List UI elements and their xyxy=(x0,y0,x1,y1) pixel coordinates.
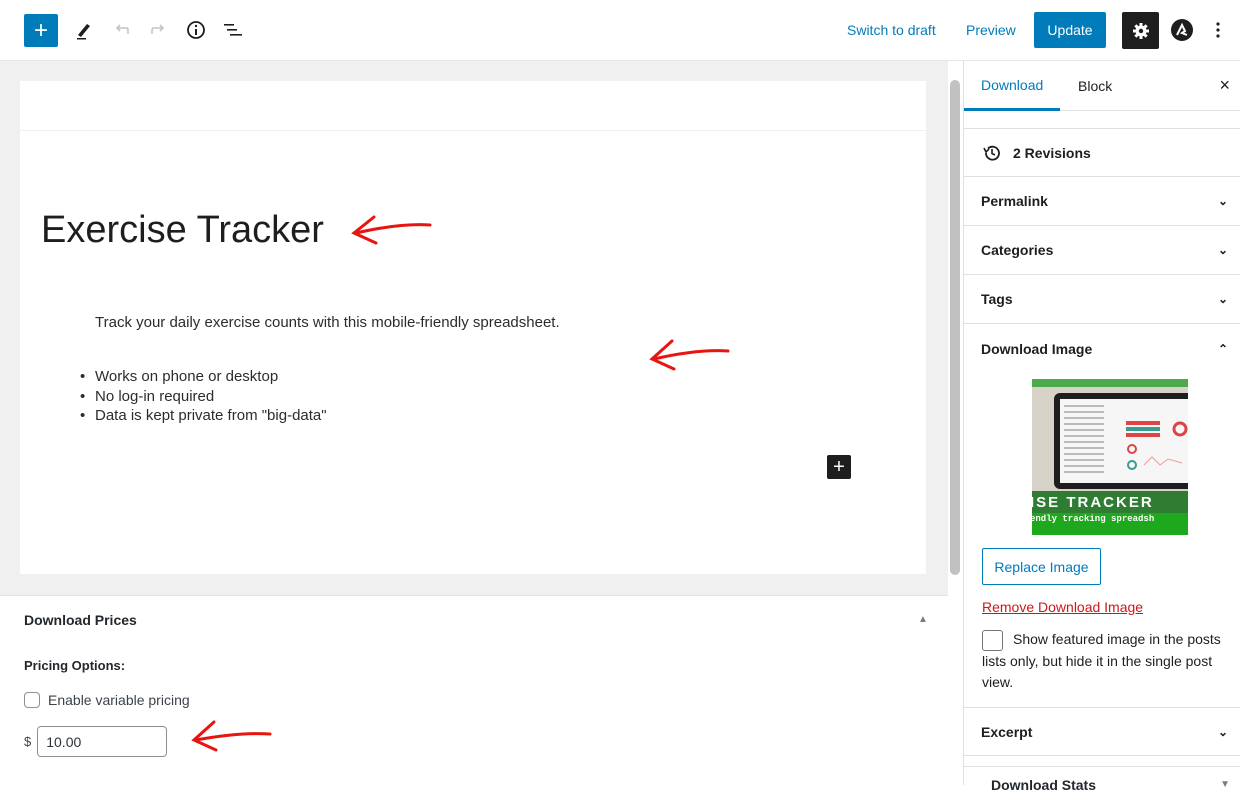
post-title[interactable]: Exercise Tracker xyxy=(41,209,324,252)
panel-title: Tags xyxy=(981,291,1013,307)
editor-header-strip xyxy=(20,81,926,131)
gear-icon xyxy=(1132,22,1149,39)
list-item: Works on phone or desktop xyxy=(80,367,327,387)
metabox-title: Download Stats xyxy=(991,777,1097,793)
currency-symbol: $ xyxy=(24,734,32,749)
list-view-button[interactable] xyxy=(221,18,245,42)
editor-page: Exercise Tracker Track your daily exerci… xyxy=(20,81,926,574)
revisions-link[interactable]: 2 Revisions xyxy=(964,128,1240,177)
close-sidebar-button[interactable]: × xyxy=(1219,75,1230,96)
pricing-options-label: Pricing Options: xyxy=(24,658,126,673)
revisions-label: 2 Revisions xyxy=(1013,144,1091,161)
chevron-down-icon: ⌄ xyxy=(1217,724,1228,739)
list-view-icon xyxy=(224,24,242,36)
annotation-arrow-title xyxy=(351,215,432,245)
history-icon xyxy=(983,145,1000,161)
metabox-title: Download Prices xyxy=(24,612,137,628)
close-icon: × xyxy=(1219,75,1230,95)
sidebar-tabs: Download Block × xyxy=(964,61,1240,111)
featured-image-label: Show featured image in the posts lists o… xyxy=(982,631,1221,691)
panel-title: Categories xyxy=(981,242,1054,258)
price-row: $ xyxy=(24,726,168,757)
panel-tags[interactable]: Tags ⌄ xyxy=(964,275,1240,324)
redo-button[interactable] xyxy=(146,18,170,42)
editor-scrollbar[interactable] xyxy=(950,80,960,575)
annotation-arrow-description xyxy=(649,339,730,371)
feature-list[interactable]: Works on phone or desktop No log-in requ… xyxy=(80,367,327,426)
download-stats-metabox[interactable]: Download Stats ▼ xyxy=(964,766,1240,796)
undo-button[interactable] xyxy=(110,18,134,42)
undo-icon xyxy=(115,24,129,34)
variable-pricing-label: Enable variable pricing xyxy=(48,692,190,708)
chevron-down-icon: ⌄ xyxy=(1217,194,1228,208)
variable-pricing-checkbox[interactable] xyxy=(24,692,40,708)
download-prices-metabox: Download Prices ▲ Pricing Options: Enabl… xyxy=(0,595,948,785)
astra-logo-icon xyxy=(1171,19,1193,41)
panel-title: Excerpt xyxy=(981,723,1033,740)
list-item: Data is kept private from "big-data" xyxy=(80,406,327,426)
panel-excerpt[interactable]: Excerpt ⌄ xyxy=(964,707,1240,756)
plus-icon: + xyxy=(833,455,845,478)
inline-add-block-button[interactable]: + xyxy=(827,455,851,479)
details-button[interactable] xyxy=(184,18,208,42)
more-vertical-icon xyxy=(1216,22,1220,38)
redo-icon xyxy=(151,24,165,34)
featured-image-option: Show featured image in the posts lists o… xyxy=(982,629,1232,694)
update-button[interactable]: Update xyxy=(1034,12,1106,48)
panel-title: Download Image xyxy=(981,340,1093,357)
chevron-up-icon: ⌃ xyxy=(1217,341,1228,356)
variable-pricing-option[interactable]: Enable variable pricing xyxy=(24,692,190,708)
chevron-down-icon: ⌄ xyxy=(1217,243,1228,257)
tab-block[interactable]: Block xyxy=(1061,61,1129,111)
panel-title: Permalink xyxy=(981,193,1048,209)
featured-image-checkbox[interactable] xyxy=(982,629,1003,651)
editor-canvas: Exercise Tracker Track your daily exerci… xyxy=(0,61,948,595)
options-button[interactable] xyxy=(1208,18,1228,42)
panel-categories[interactable]: Categories ⌄ xyxy=(964,226,1240,275)
tab-download[interactable]: Download xyxy=(964,61,1061,111)
astra-button[interactable] xyxy=(1170,18,1194,42)
info-icon xyxy=(187,21,205,39)
image-caption-subtitle: endly tracking spreadsh xyxy=(1032,514,1154,524)
description-paragraph[interactable]: Track your daily exercise counts with th… xyxy=(95,314,560,331)
editor-toolbar: + Switch to draft Preview Update xyxy=(0,0,1240,61)
tools-button[interactable] xyxy=(72,18,96,42)
switch-to-draft-button[interactable]: Switch to draft xyxy=(847,20,936,40)
preview-button[interactable]: Preview xyxy=(966,20,1016,40)
download-image-preview[interactable]: ISE TRACKER endly tracking spreadsh xyxy=(1032,379,1188,535)
pencil-icon xyxy=(77,24,90,40)
replace-image-button[interactable]: Replace Image xyxy=(982,548,1101,585)
annotation-arrow-price xyxy=(191,720,272,752)
settings-button[interactable] xyxy=(1122,12,1159,49)
price-input[interactable] xyxy=(37,726,168,757)
product-image: ISE TRACKER endly tracking spreadsh xyxy=(1032,379,1188,535)
collapse-toggle-icon[interactable]: ▲ xyxy=(918,614,928,625)
panel-download-image[interactable]: Download Image ⌃ xyxy=(964,324,1240,373)
remove-download-image-link[interactable]: Remove Download Image xyxy=(982,599,1143,615)
image-caption-title: ISE TRACKER xyxy=(1032,494,1154,511)
chevron-down-icon: ⌄ xyxy=(1217,292,1228,306)
panel-permalink[interactable]: Permalink ⌄ xyxy=(964,177,1240,226)
list-item: No log-in required xyxy=(80,387,327,407)
plus-icon: + xyxy=(33,16,48,44)
settings-sidebar: Download Block × 2 Revisions Permalink ⌄… xyxy=(963,61,1240,793)
add-block-button[interactable]: + xyxy=(24,14,58,47)
